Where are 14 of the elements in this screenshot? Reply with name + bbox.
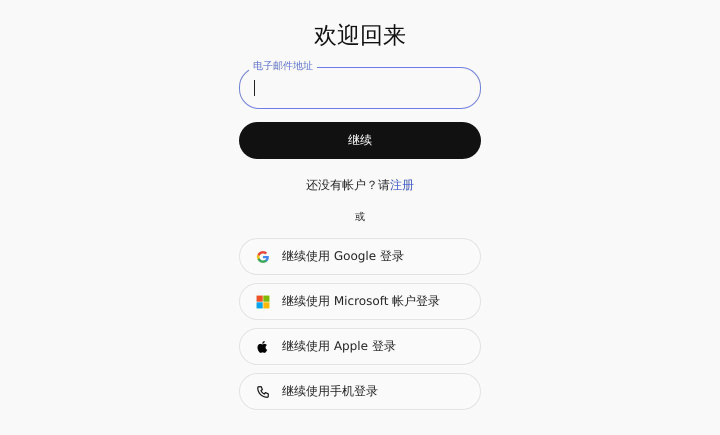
apple-icon: [256, 340, 270, 354]
google-g-icon: [256, 250, 270, 264]
signup-link[interactable]: 注册: [390, 178, 414, 192]
phone-icon: [256, 384, 270, 398]
or-separator: 或: [355, 210, 365, 224]
signup-prompt: 还没有帐户？请注册: [306, 177, 414, 194]
google-login-button[interactable]: 继续使用 Google 登录: [239, 238, 481, 275]
continue-button[interactable]: 继续: [239, 122, 481, 159]
four-squares-icon: [256, 294, 270, 308]
email-field-label: 电子邮件地址: [249, 60, 317, 74]
phone-login-button[interactable]: 继续使用手机登录: [239, 373, 481, 410]
microsoft-login-button[interactable]: 继续使用 Microsoft 帐户登录: [239, 283, 481, 320]
apple-login-button[interactable]: 继续使用 Apple 登录: [239, 328, 481, 365]
page-title: 欢迎回来: [314, 22, 406, 51]
